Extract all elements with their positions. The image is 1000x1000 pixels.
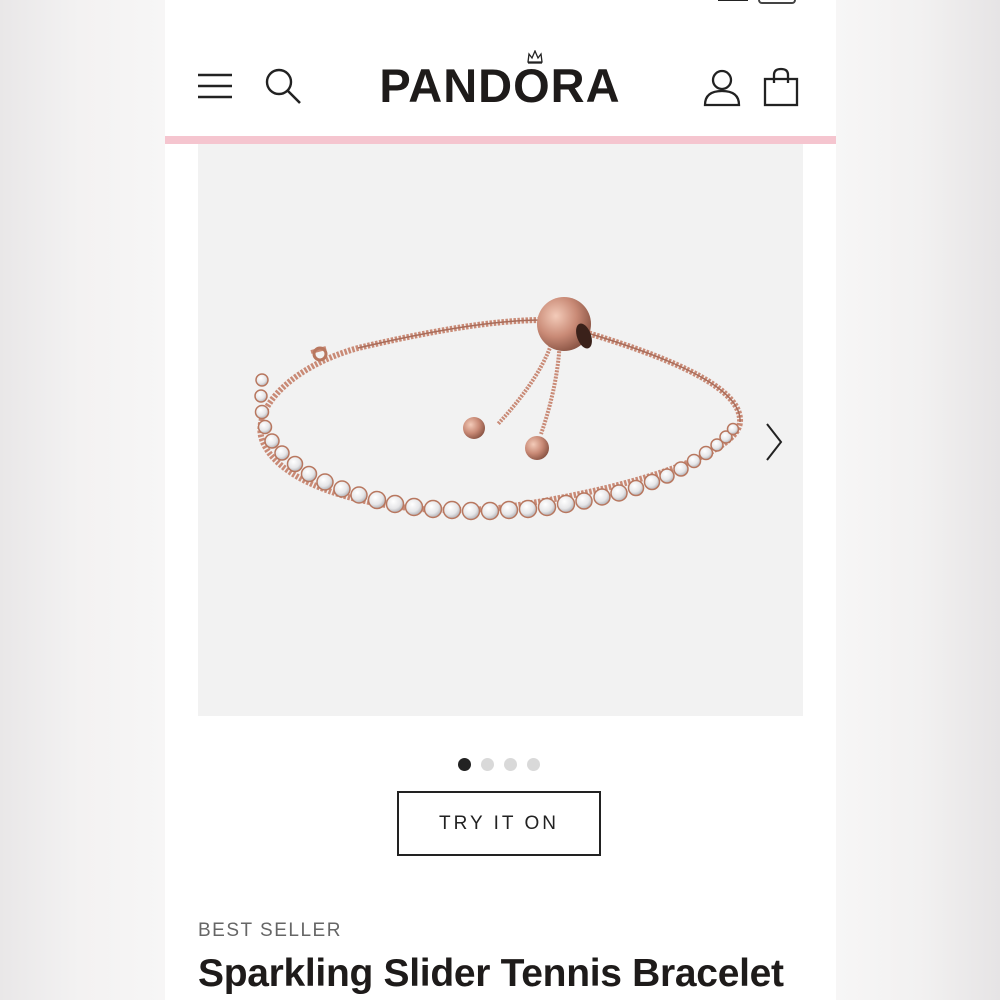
pagination-dot-3[interactable] (504, 758, 517, 771)
product-image-gallery[interactable] (198, 144, 803, 716)
best-seller-badge: BEST SELLER (198, 920, 342, 941)
site-header: PANDORA (165, 40, 836, 136)
crown-icon (527, 50, 543, 64)
signal-icon (718, 0, 748, 1)
bracelet-image (254, 297, 744, 521)
try-it-on-button[interactable]: TRY IT ON (397, 791, 601, 856)
battery-icon (758, 0, 796, 4)
shopping-bag-icon[interactable] (763, 67, 799, 107)
header-accent-bar (165, 136, 836, 144)
status-indicators (718, 0, 796, 4)
hamburger-menu-icon[interactable] (197, 73, 233, 99)
brand-name: PANDORA (379, 59, 621, 112)
gallery-pagination (458, 758, 540, 771)
status-bar (165, 0, 836, 6)
phone-screen: PANDORA TRY IT ON BEST SELLER Sparkling … (165, 0, 836, 1000)
user-account-icon[interactable] (702, 67, 742, 107)
search-icon[interactable] (263, 66, 303, 106)
pagination-dot-1[interactable] (458, 758, 471, 771)
pagination-dot-4[interactable] (527, 758, 540, 771)
chevron-right-icon[interactable] (762, 420, 786, 464)
pagination-dot-2[interactable] (481, 758, 494, 771)
brand-logo[interactable]: PANDORA (365, 50, 635, 114)
product-title: Sparkling Slider Tennis Bracelet (198, 952, 784, 995)
